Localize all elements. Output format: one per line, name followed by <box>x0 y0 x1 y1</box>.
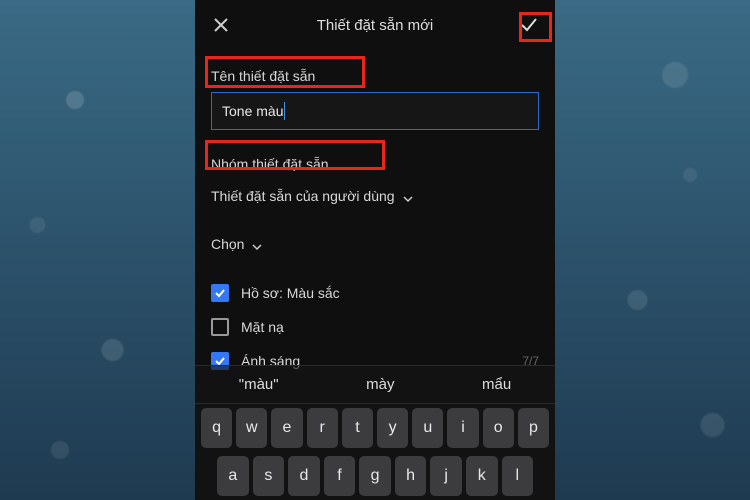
key-k[interactable]: k <box>466 456 498 496</box>
suggestion[interactable]: mẩu <box>482 376 511 393</box>
annotation-box-name-label <box>205 56 365 88</box>
key-o[interactable]: o <box>483 408 514 448</box>
option-row[interactable]: Hồ sơ: Màu sắc <box>211 276 539 310</box>
choose-dropdown[interactable]: Chọn <box>211 228 539 260</box>
suggestion[interactable]: "màu" <box>239 376 279 393</box>
key-d[interactable]: d <box>288 456 320 496</box>
key-l[interactable]: l <box>502 456 534 496</box>
checkbox[interactable] <box>211 284 229 302</box>
key-s[interactable]: s <box>253 456 285 496</box>
option-label: Mặt nạ <box>241 319 284 335</box>
checkbox[interactable] <box>211 318 229 336</box>
key-u[interactable]: u <box>412 408 443 448</box>
option-label: Hồ sơ: Màu sắc <box>241 285 340 301</box>
text-cursor <box>284 102 285 120</box>
key-j[interactable]: j <box>430 456 462 496</box>
key-q[interactable]: q <box>201 408 232 448</box>
header: Thiết đặt sẵn mới <box>195 0 555 50</box>
suggestion[interactable]: mày <box>366 376 394 393</box>
option-row[interactable]: Mặt nạ <box>211 310 539 344</box>
preset-name-value: Tone màu <box>222 103 283 119</box>
key-e[interactable]: e <box>271 408 302 448</box>
annotation-box-confirm <box>519 12 552 42</box>
key-p[interactable]: p <box>518 408 549 448</box>
preset-group-dropdown[interactable]: Thiết đặt sẵn của người dùng <box>211 180 539 212</box>
close-icon[interactable] <box>209 13 233 37</box>
key-i[interactable]: i <box>447 408 478 448</box>
preset-name-input[interactable]: Tone màu <box>211 92 539 130</box>
keyboard-row-1: qwertyuiop <box>195 404 555 452</box>
keyboard-row-2: asdfghjkl <box>195 452 555 500</box>
preset-group-selected: Thiết đặt sẵn của người dùng <box>211 188 395 204</box>
key-w[interactable]: w <box>236 408 267 448</box>
choose-label: Chọn <box>211 236 244 252</box>
keyboard: "màu" mày mẩu qwertyuiop asdfghjkl <box>195 365 555 500</box>
key-r[interactable]: r <box>307 408 338 448</box>
chevron-down-icon <box>252 239 262 249</box>
annotation-box-group-label <box>205 140 385 170</box>
key-g[interactable]: g <box>359 456 391 496</box>
key-a[interactable]: a <box>217 456 249 496</box>
key-t[interactable]: t <box>342 408 373 448</box>
key-f[interactable]: f <box>324 456 356 496</box>
page-title: Thiết đặt sẵn mới <box>233 17 517 34</box>
choose-section: Chọn <box>195 220 555 268</box>
suggestion-bar: "màu" mày mẩu <box>195 365 555 404</box>
key-y[interactable]: y <box>377 408 408 448</box>
chevron-down-icon <box>403 191 413 201</box>
key-h[interactable]: h <box>395 456 427 496</box>
